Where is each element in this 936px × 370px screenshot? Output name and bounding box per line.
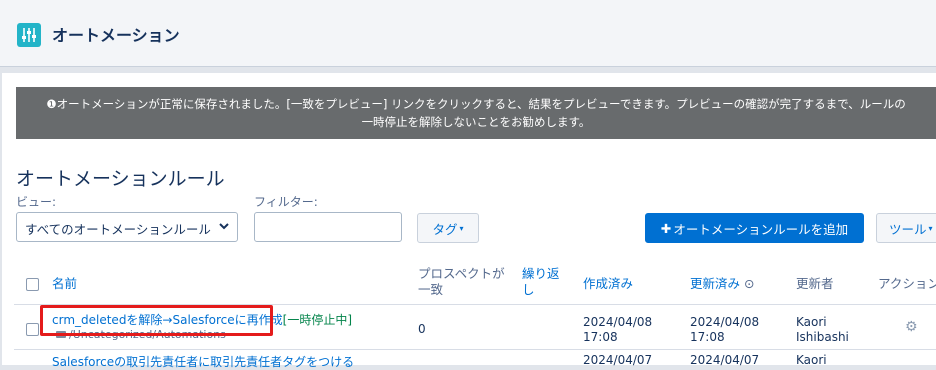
updated-date: 2024/04/08 17:08 bbox=[690, 315, 759, 345]
page-title: オートメーション bbox=[52, 26, 180, 45]
rule-name-link[interactable]: Salesforceの取引先責任者に取引先責任者タグをつける bbox=[52, 353, 354, 370]
paused-status: [一時停止中] bbox=[282, 313, 353, 327]
chevron-down-icon bbox=[219, 223, 229, 230]
filter-input[interactable] bbox=[254, 212, 402, 242]
highlight-box bbox=[40, 305, 273, 336]
caret-down-icon: ▾ bbox=[459, 223, 464, 233]
column-header-updated-label: 更新済み bbox=[690, 276, 741, 291]
updater-last: Ishibashi bbox=[796, 330, 849, 344]
column-header-action: アクション bbox=[878, 276, 936, 291]
tag-button-label: タグ bbox=[432, 221, 458, 237]
column-header-updated[interactable]: 更新済み ⊙ bbox=[690, 276, 754, 292]
created-date-value: 2024/04/08 bbox=[583, 315, 653, 329]
updater-first: Kaori bbox=[796, 315, 827, 329]
column-header-repeat[interactable]: 繰り返し bbox=[522, 266, 566, 298]
column-header-updater: 更新者 bbox=[796, 276, 834, 291]
column-header-prospects: プロスペクトが一致 bbox=[418, 266, 505, 297]
success-banner: ❶オートメーションが正常に保存されました。[一致をプレビュー] リンクをクリック… bbox=[16, 87, 936, 139]
select-all-checkbox[interactable] bbox=[26, 278, 39, 291]
caret-down-icon: ▾ bbox=[928, 223, 933, 233]
column-header-created[interactable]: 作成済み bbox=[583, 276, 633, 292]
created-date: 2024/04/08 17:08 bbox=[583, 315, 652, 345]
sort-desc-icon: ⊙ bbox=[744, 276, 755, 291]
updated-date-value: 2024/04/08 bbox=[690, 315, 760, 329]
view-label: ビュー: bbox=[16, 195, 57, 209]
section-title: オートメーションルール bbox=[16, 168, 225, 190]
table-divider bbox=[14, 349, 936, 350]
sliders-icon bbox=[17, 23, 41, 47]
gear-icon[interactable]: ⚙ bbox=[905, 320, 918, 335]
created-time-value: 17:08 bbox=[583, 330, 618, 344]
prospects-count: 0 bbox=[418, 322, 426, 336]
view-select-value: すべてのオートメーションルール bbox=[25, 222, 211, 237]
filter-label: フィルター: bbox=[254, 195, 318, 209]
updater: Kaori Ishibashi bbox=[796, 315, 849, 345]
column-header-name[interactable]: 名前 bbox=[52, 276, 77, 292]
tools-button[interactable]: ツール ▾ bbox=[876, 213, 936, 243]
row-checkbox[interactable] bbox=[26, 323, 39, 336]
tag-button[interactable]: タグ ▾ bbox=[417, 213, 479, 243]
updated-time-value: 17:08 bbox=[690, 330, 725, 344]
tools-button-label: ツール bbox=[889, 221, 927, 237]
view-select[interactable]: すべてのオートメーションルール bbox=[16, 212, 238, 242]
add-button-label: オートメーションルールを追加 bbox=[673, 221, 849, 237]
page-header: オートメーション bbox=[0, 0, 936, 67]
add-automation-rule-button[interactable]: ✚ オートメーションルールを追加 bbox=[645, 213, 864, 243]
info-icon: ❶ bbox=[46, 97, 57, 111]
banner-line-1: オートメーションが正常に保存されました。[一致をプレビュー] リンクをクリックす… bbox=[56, 97, 906, 111]
banner-line-2: 一時停止を解除しないことをお勧めします。 bbox=[361, 115, 591, 129]
plus-icon: ✚ bbox=[660, 220, 672, 236]
